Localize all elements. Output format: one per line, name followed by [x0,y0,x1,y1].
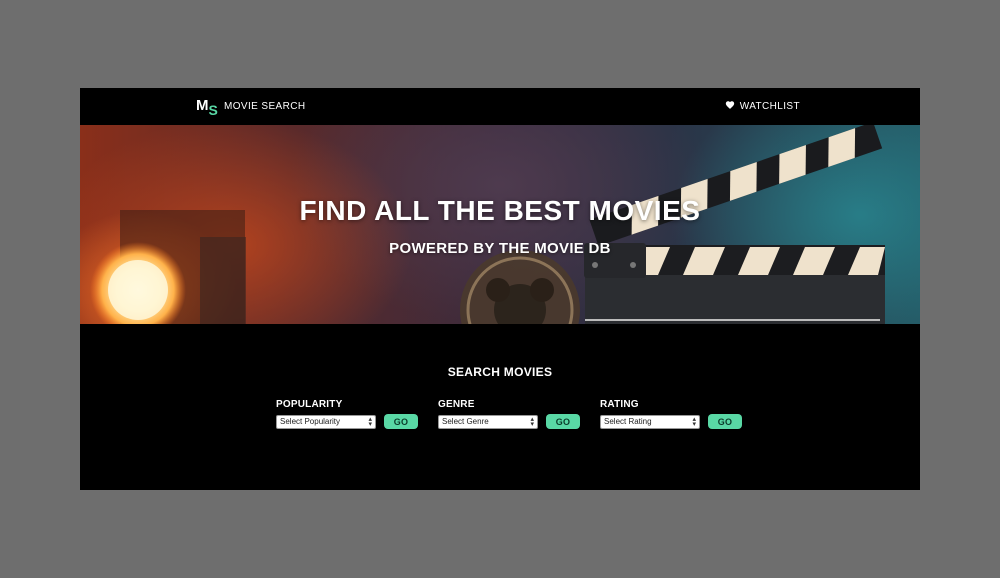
popularity-select-value: Select Popularity [280,417,341,426]
app-window: M S MOVIE SEARCH WATCHLIST FIND ALL THE … [80,88,920,490]
rating-go-button[interactable]: GO [708,414,742,429]
rating-filter: RATING Select Rating ▴ ▾ GO [600,399,742,429]
search-section-title: SEARCH MOVIES [447,365,553,379]
select-arrows-icon: ▴ ▾ [530,415,534,428]
popularity-select[interactable]: Select Popularity ▴ ▾ [276,414,376,429]
hero-subtitle: POWERED BY THE MOVIE DB [389,240,611,257]
navbar: M S MOVIE SEARCH WATCHLIST [80,88,920,125]
select-arrows-icon: ▴ ▾ [692,415,696,428]
select-arrows-icon: ▴ ▾ [368,415,372,428]
genre-go-button[interactable]: GO [546,414,580,429]
logo-s: S [208,102,218,118]
logo[interactable]: M S [196,97,218,117]
rating-select-value: Select Rating [604,417,652,426]
popularity-go-button[interactable]: GO [384,414,418,429]
hero-title: FIND ALL THE BEST MOVIES [299,195,701,226]
popularity-filter: POPULARITY Select Popularity ▴ ▾ GO [276,399,418,429]
heart-icon [725,100,735,113]
hero-banner: FIND ALL THE BEST MOVIES POWERED BY THE … [80,125,920,324]
rating-select[interactable]: Select Rating ▴ ▾ [600,414,700,429]
genre-select-value: Select Genre [442,417,489,426]
watchlist-link[interactable]: WATCHLIST [725,100,800,113]
genre-filter: GENRE Select Genre ▴ ▾ GO [438,399,580,429]
genre-select[interactable]: Select Genre ▴ ▾ [438,414,538,429]
genre-label: GENRE [438,399,475,410]
brand-name[interactable]: MOVIE SEARCH [224,101,305,112]
watchlist-label: WATCHLIST [739,101,800,112]
popularity-label: POPULARITY [276,399,343,410]
logo-m: M [196,97,209,114]
rating-label: RATING [600,399,639,410]
